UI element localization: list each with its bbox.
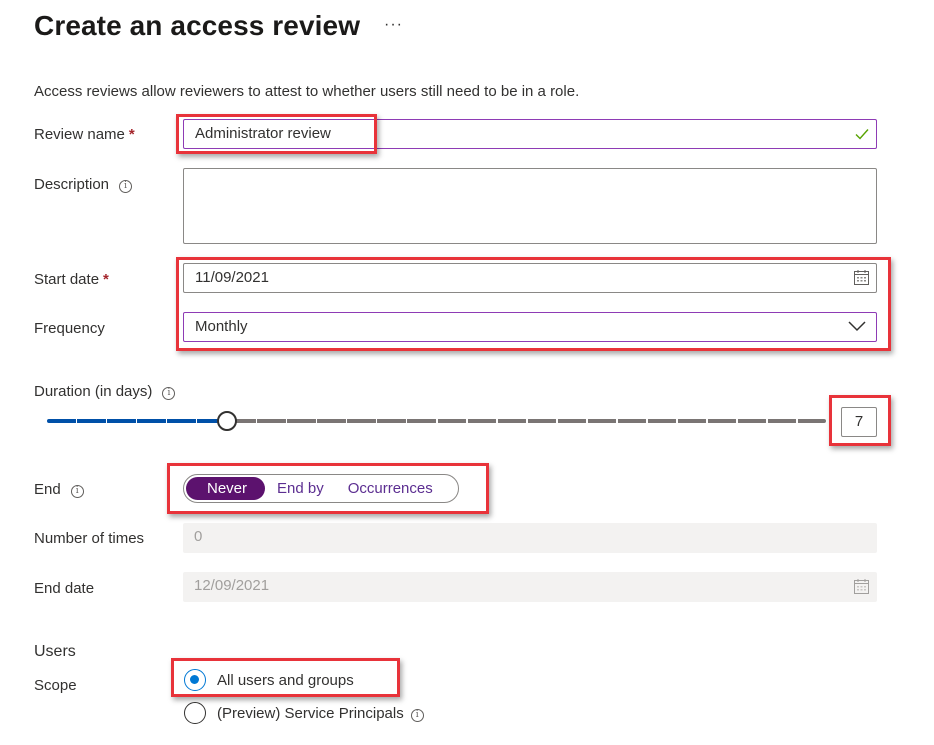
calendar-icon [853,578,870,600]
info-icon[interactable]: i [70,485,84,498]
slider-segment [797,419,827,423]
start-date-value: 11/09/2021 [195,269,269,286]
description-label-text: Description [34,176,110,193]
info-icon[interactable]: i [162,387,176,400]
frequency-dropdown[interactable]: Monthly [183,312,877,342]
duration-slider[interactable] [47,411,828,431]
start-date-label: Start date * [34,271,109,288]
number-of-times-label: Number of times [34,530,145,547]
end-option-end-by[interactable]: End by [265,477,336,500]
slider-segment [437,419,467,423]
intro-text: Access reviews allow reviewers to attest… [34,83,580,100]
start-date-input[interactable]: 11/09/2021 [183,263,877,293]
review-name-label-text: Review name [34,126,125,143]
slider-thumb[interactable] [217,411,238,431]
chevron-down-icon [848,319,866,338]
more-options-button[interactable]: ··· [384,16,403,34]
checkmark-icon [854,126,870,147]
slider-segment [107,419,136,423]
duration-label-text: Duration (in days) [34,383,153,400]
required-marker: * [128,126,135,143]
calendar-icon[interactable] [853,269,870,291]
slider-segment [617,419,647,423]
info-icon[interactable]: i [410,709,424,722]
end-date-input[interactable]: 12/09/2021 [183,572,877,602]
slider-segment [587,419,617,423]
slider-segment [377,419,406,423]
review-name-value: Administrator review [195,125,331,142]
slider-segment [767,419,797,423]
scope-option-service-principals-label[interactable]: (Preview) Service Principals i [217,705,424,722]
slider-segment [497,419,527,423]
slider-segment [77,419,106,423]
duration-value-box[interactable]: 7 [841,407,877,437]
end-toggle-group: Never End by Occurrences [183,474,459,503]
users-section-title: Users [34,643,76,660]
slider-segment [287,419,316,423]
frequency-value: Monthly [195,318,248,335]
slider-segment [527,419,557,423]
slider-segment [407,419,436,423]
slider-segment [167,419,196,423]
slider-segment [737,419,767,423]
description-textarea[interactable] [183,168,877,244]
slider-segment [317,419,346,423]
page-title: Create an access review [34,10,361,41]
end-label: End i [34,481,84,498]
description-label: Description i [34,176,133,193]
review-name-label: Review name * [34,126,135,143]
end-date-label: End date [34,580,95,597]
end-label-text: End [34,481,61,498]
slider-segment [707,419,737,423]
end-option-never[interactable]: Never [186,477,266,500]
slider-segment [467,419,497,423]
duration-label: Duration (in days) i [34,383,176,400]
slider-segment [257,419,286,423]
scope-radio-service-principals[interactable] [184,702,206,724]
frequency-label: Frequency [34,320,105,337]
slider-segment [677,419,707,423]
scope-label: Scope [34,677,77,694]
slider-segment [557,419,587,423]
slider-segment [137,419,166,423]
scope-radio-all-users[interactable] [184,669,206,691]
slider-segment [347,419,376,423]
review-name-input[interactable]: Administrator review [183,119,877,149]
info-icon[interactable]: i [119,180,133,193]
end-option-occurrences[interactable]: Occurrences [336,477,445,500]
slider-segment [647,419,677,423]
service-principals-text: (Preview) Service Principals [217,705,404,722]
scope-option-all-users-label[interactable]: All users and groups [217,672,354,689]
start-date-label-text: Start date [34,271,100,288]
required-marker: * [103,271,109,288]
number-of-times-input[interactable]: 0 [183,523,877,553]
slider-segment [47,419,76,423]
end-date-value: 12/09/2021 [194,577,270,594]
